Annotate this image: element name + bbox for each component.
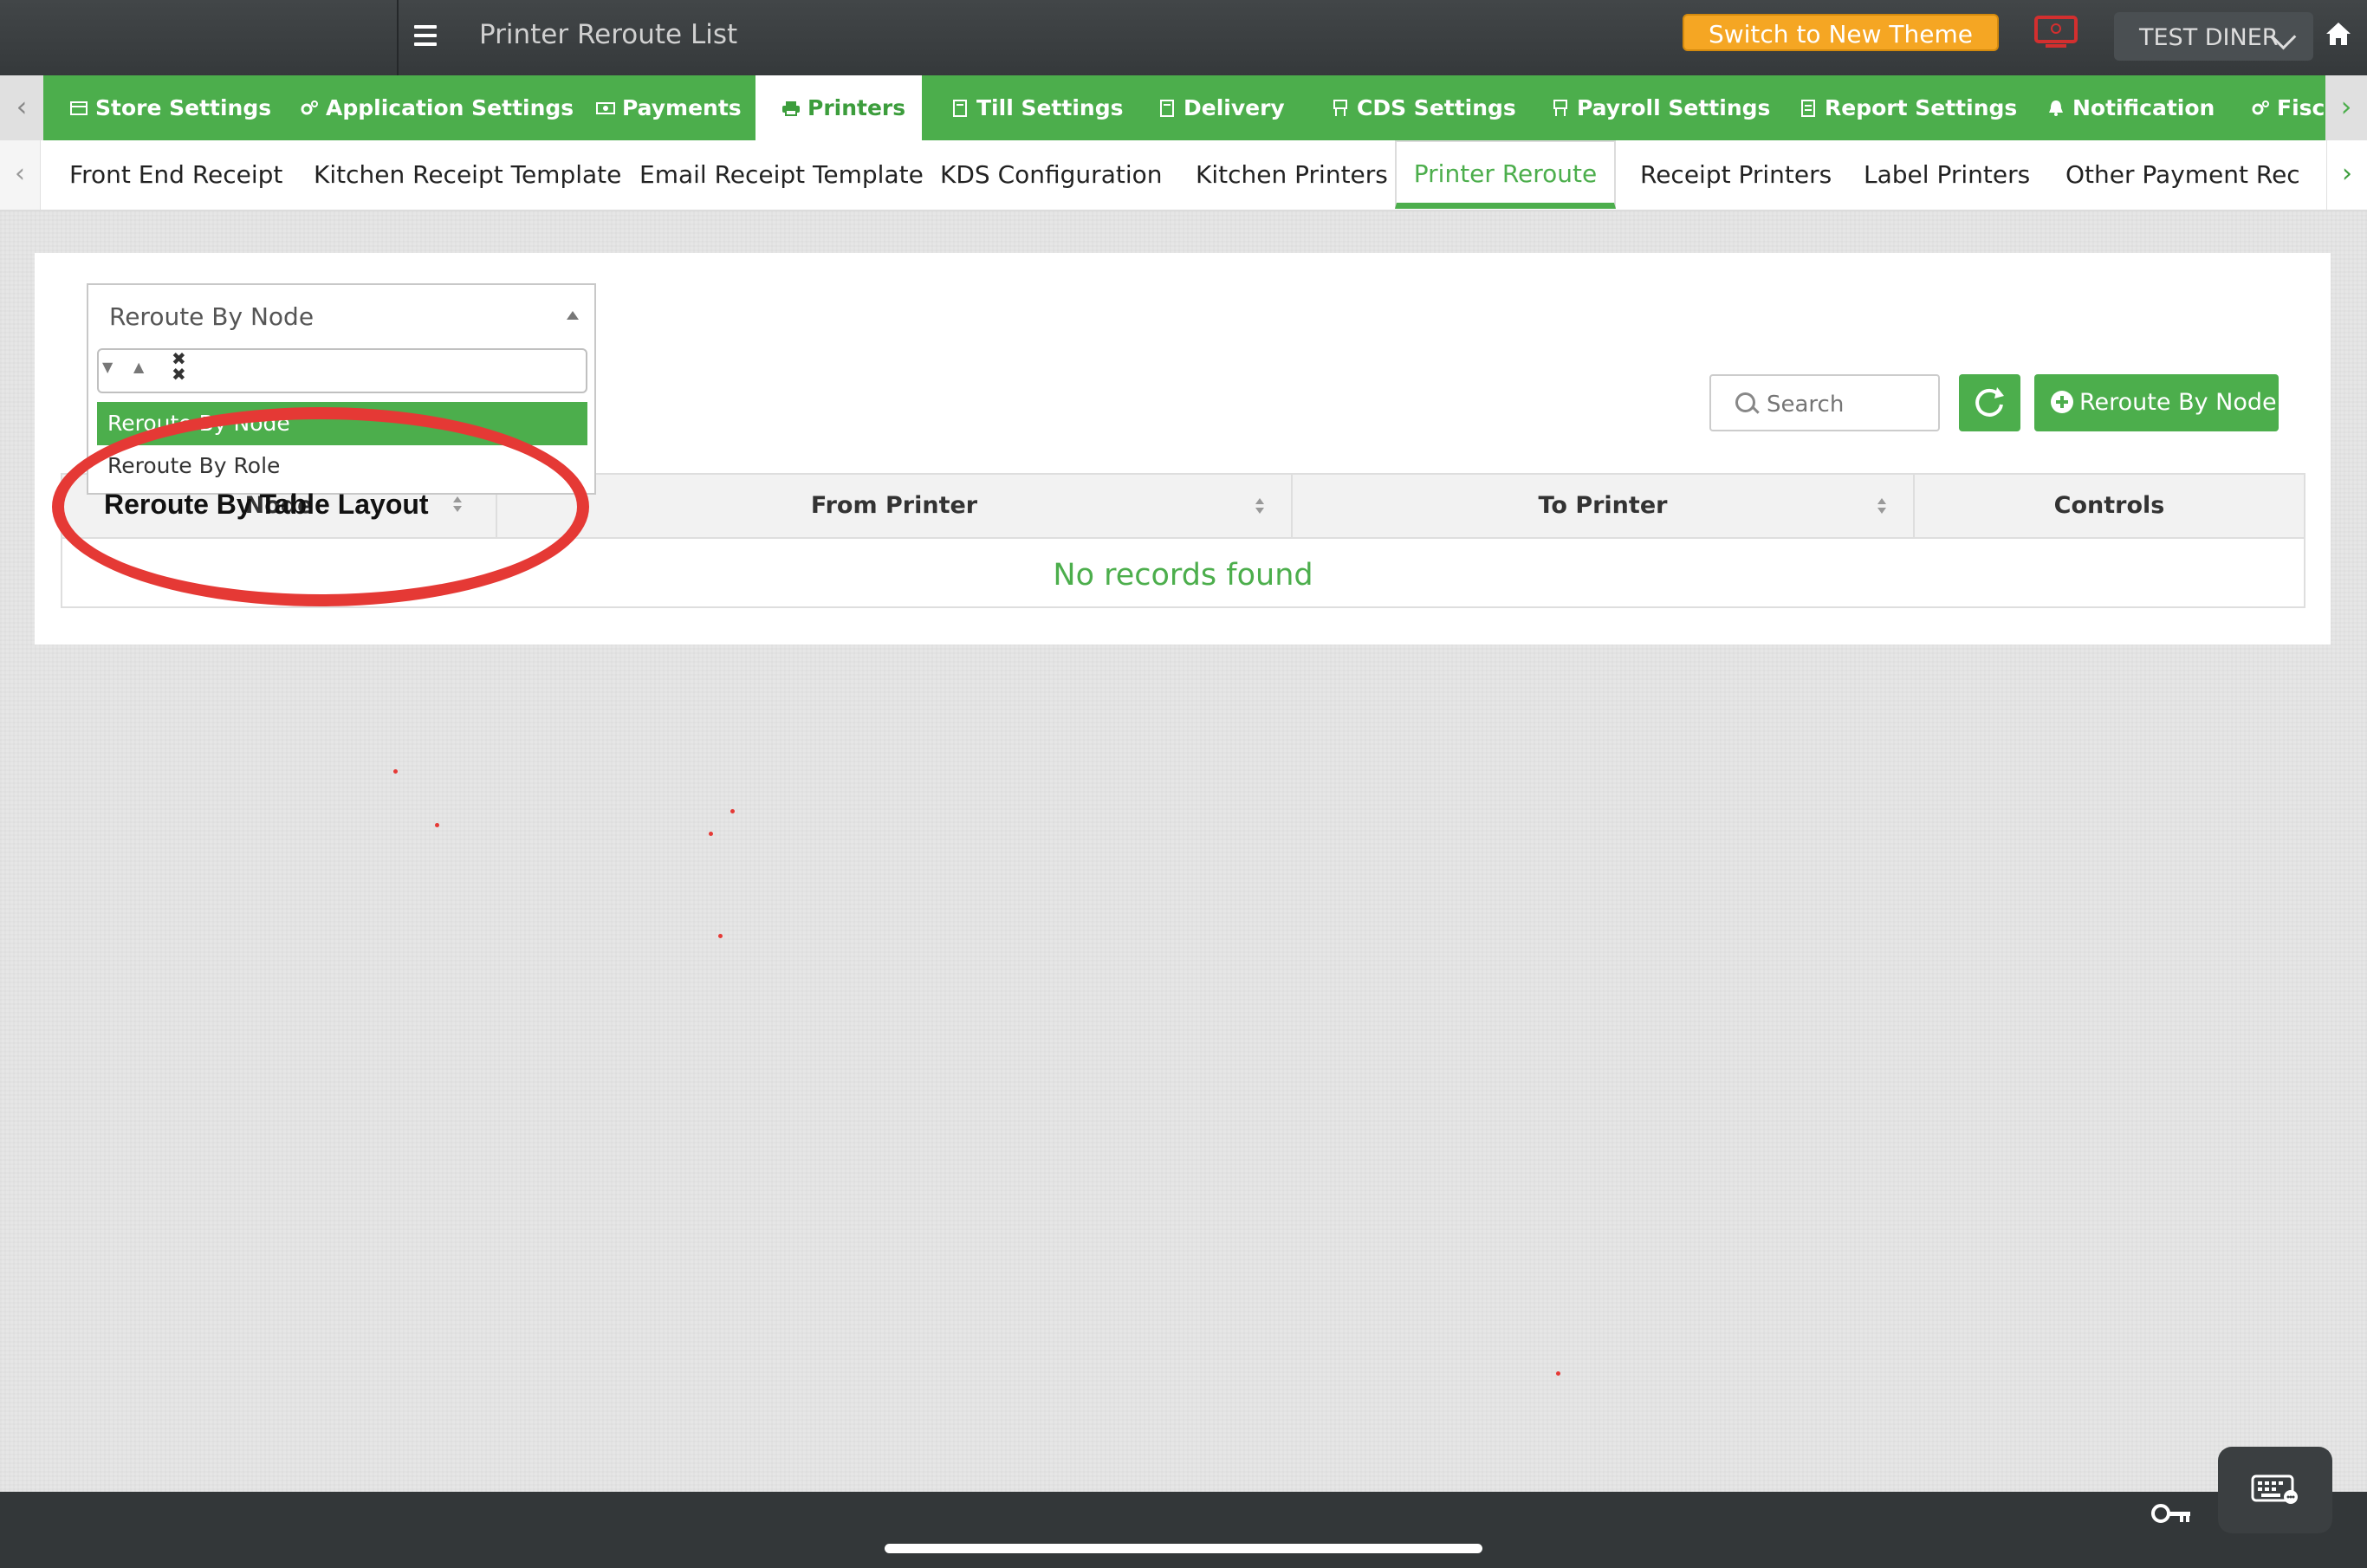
subtab-kitchen-printers[interactable]: Kitchen Printers — [1196, 140, 1388, 210]
tab-label: Delivery — [1184, 95, 1285, 120]
column-controls: Controls — [1915, 475, 2304, 537]
tab-store-settings[interactable]: Store Settings — [69, 75, 271, 140]
sort-icon — [1877, 498, 1886, 514]
home-icon[interactable] — [2325, 21, 2352, 47]
calculator-icon — [953, 100, 967, 117]
sub-tab-bar: ‹ Front End Receipt Kitchen Receipt Temp… — [0, 140, 2367, 211]
gears-icon — [301, 100, 318, 115]
tab-application-settings[interactable]: Application Settings — [300, 75, 574, 140]
tab-till-settings[interactable]: Till Settings — [950, 75, 1123, 140]
hamburger-menu-icon[interactable] — [414, 25, 437, 46]
subtab-other-payment-receipt[interactable]: Other Payment Receip — [2065, 140, 2299, 210]
home-indicator[interactable] — [885, 1544, 1482, 1553]
empty-message: No records found — [1053, 558, 1313, 593]
calculator-icon — [1160, 100, 1174, 117]
scroll-left-icon[interactable]: ‹ — [0, 75, 43, 140]
report-icon — [1801, 100, 1815, 117]
key-icon[interactable] — [2150, 1501, 2192, 1526]
annotation-dot — [1556, 1371, 1560, 1376]
selected-value: Reroute By Node — [109, 302, 315, 331]
dropdown-option-node[interactable]: Reroute By Node — [97, 402, 587, 445]
subtab-kds-configuration[interactable]: KDS Configuration — [940, 140, 1162, 210]
add-button-label: Reroute By Node — [2079, 389, 2277, 416]
subtab-kitchen-receipt-template[interactable]: Kitchen Receipt Template — [314, 140, 621, 210]
tab-cds-settings[interactable]: CDS Settings — [1331, 75, 1516, 140]
subtab-front-end-receipt[interactable]: Front End Receipt — [69, 140, 282, 210]
search-icon — [1735, 392, 1755, 412]
column-label: Controls — [2053, 492, 2165, 519]
add-reroute-button[interactable]: Reroute By Node — [2034, 374, 2279, 431]
tab-label: Payments — [622, 95, 742, 120]
top-bar: Printer Reroute List Switch to New Theme… — [0, 0, 2367, 75]
annotation-dot — [435, 823, 439, 827]
money-icon — [596, 102, 615, 114]
tab-fisc[interactable]: Fisc — [2251, 75, 2325, 140]
refresh-icon — [1975, 387, 2004, 417]
tab-payroll-settings[interactable]: Payroll Settings — [1551, 75, 1770, 140]
sort-icon — [453, 496, 462, 512]
annotation-dot — [730, 809, 735, 813]
bottom-bar — [0, 1492, 2367, 1568]
keyboard-icon — [2251, 1474, 2298, 1504]
display-icon — [1333, 100, 1347, 116]
tab-label: Application Settings — [326, 95, 574, 120]
subtab-receipt-printers[interactable]: Receipt Printers — [1640, 140, 1832, 210]
scroll-right-icon[interactable]: › — [2325, 75, 2367, 140]
annotation-dot — [393, 769, 398, 774]
subtab-label-printers[interactable]: Label Printers — [1864, 140, 2030, 210]
reroute-type-select[interactable]: Reroute By Node ▼ ▲ ✖ ✖ Reroute By Node … — [87, 283, 596, 495]
keyboard-button[interactable] — [2218, 1447, 2332, 1533]
column-label: From Printer — [810, 492, 978, 519]
tab-label: Report Settings — [1825, 95, 2018, 120]
dropdown-filter-input[interactable]: ▼ ▲ ✖ ✖ — [97, 348, 587, 393]
tab-label: Printers — [807, 95, 906, 120]
search-input[interactable] — [1765, 385, 1933, 424]
tab-notification[interactable]: Notification — [2046, 75, 2215, 140]
annotation-dot — [709, 832, 713, 836]
sort-icon — [1255, 498, 1264, 514]
tab-label: Fisc — [2277, 95, 2325, 120]
tab-report-settings[interactable]: Report Settings — [1799, 75, 2017, 140]
display-icon — [1553, 100, 1567, 116]
user-dropdown[interactable]: TEST DINER — [2114, 12, 2313, 61]
column-from-printer[interactable]: From Printer — [497, 475, 1293, 537]
main-tab-bar: ‹ Store Settings Application Settings Pa… — [0, 75, 2367, 140]
dropdown-option-role[interactable]: Reroute By Role — [97, 444, 587, 488]
page-title: Printer Reroute List — [479, 19, 738, 50]
tab-delivery[interactable]: Delivery — [1158, 75, 1285, 140]
brand-area — [0, 0, 399, 75]
subtab-printer-reroute[interactable]: Printer Reroute — [1395, 140, 1616, 209]
user-name: TEST DINER — [2139, 24, 2279, 51]
switch-theme-button[interactable]: Switch to New Theme — [1683, 14, 1999, 51]
refresh-button[interactable] — [1959, 374, 2020, 431]
tab-printers[interactable]: Printers — [755, 75, 922, 140]
tab-label: Store Settings — [95, 95, 272, 120]
caret-up-icon — [567, 311, 579, 320]
plus-circle-icon — [2051, 391, 2073, 413]
printer-icon — [782, 101, 800, 116]
column-label: To Printer — [1538, 492, 1668, 519]
tab-label: Notification — [2072, 95, 2215, 120]
search-field[interactable] — [1709, 374, 1940, 431]
subtab-email-receipt-template[interactable]: Email Receipt Template — [639, 140, 924, 210]
scroll-right-icon[interactable]: › — [2326, 140, 2367, 210]
column-to-printer[interactable]: To Printer — [1293, 475, 1915, 537]
caret-up-icon: ▲ — [133, 359, 145, 375]
scroll-left-icon[interactable]: ‹ — [0, 140, 41, 210]
bell-icon — [2049, 100, 2063, 116]
caret-down-icon: ▼ — [102, 359, 113, 375]
monitor-icon[interactable] — [2033, 16, 2078, 50]
tab-label: CDS Settings — [1357, 95, 1516, 120]
dropdown-option-table-layout[interactable]: Reroute By Table Layout — [104, 489, 429, 521]
gears-icon — [2252, 100, 2269, 115]
tab-label: Payroll Settings — [1577, 95, 1771, 120]
tab-label: Till Settings — [976, 95, 1124, 120]
annotation-dot — [718, 934, 723, 938]
store-icon — [70, 101, 88, 115]
tab-payments[interactable]: Payments — [596, 75, 742, 140]
clear-icon[interactable]: ✖ — [172, 364, 186, 385]
